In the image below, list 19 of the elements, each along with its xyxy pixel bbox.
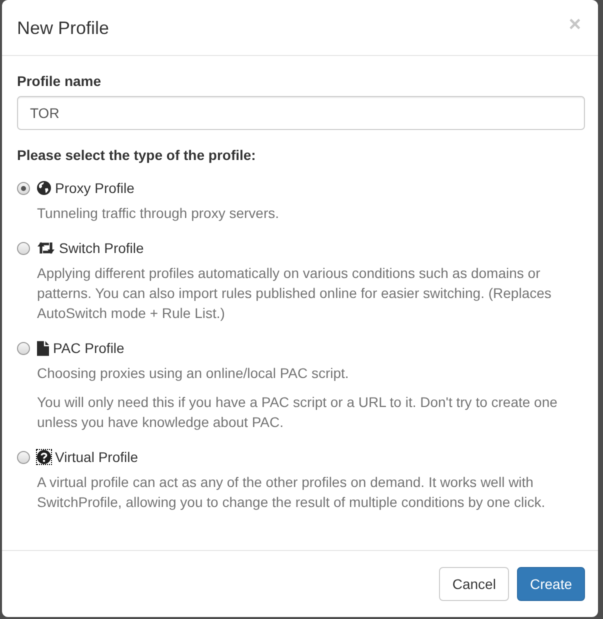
option-description: Applying different profiles automatically on various conditions such as domains or patterns. You can also import rules published online for easier switching. (Replaces AutoSwitch mode + Rule List.) bbox=[36, 264, 552, 323]
cancel-button[interactable]: Cancel bbox=[439, 567, 509, 601]
option-description: Tunneling traffic through proxy servers. bbox=[36, 204, 280, 223]
option-label[interactable]: Switch Profile bbox=[59, 238, 144, 258]
profile-name-field[interactable]: TOR bbox=[17, 96, 585, 130]
option-description: You will only need this if you have a PAC script or a URL to it. Don't try to create one unless you have knowledge about PAC. bbox=[36, 393, 558, 432]
section-label: Please select the type of the profile: bbox=[17, 146, 257, 165]
radio-button[interactable] bbox=[17, 450, 30, 464]
option-label[interactable]: Proxy Profile bbox=[55, 178, 134, 198]
option-label[interactable]: PAC Profile bbox=[53, 338, 124, 358]
radio-button[interactable] bbox=[17, 242, 30, 254]
option-description: A virtual profile can act as any of the other profiles on demand. It works well with SwitchProfile, allowing you to change the result of multiple conditions by one click. bbox=[36, 473, 546, 512]
option-description: Choosing proxies using an online/local PAC script. bbox=[36, 364, 350, 383]
radio-button[interactable] bbox=[17, 182, 30, 194]
option-label[interactable]: Virtual Profile bbox=[55, 447, 138, 467]
create-button[interactable]: Create bbox=[516, 567, 585, 601]
dialog-title: New Profile bbox=[17, 18, 110, 38]
radio-button[interactable] bbox=[17, 342, 30, 354]
field-label: Profile name bbox=[17, 72, 102, 91]
